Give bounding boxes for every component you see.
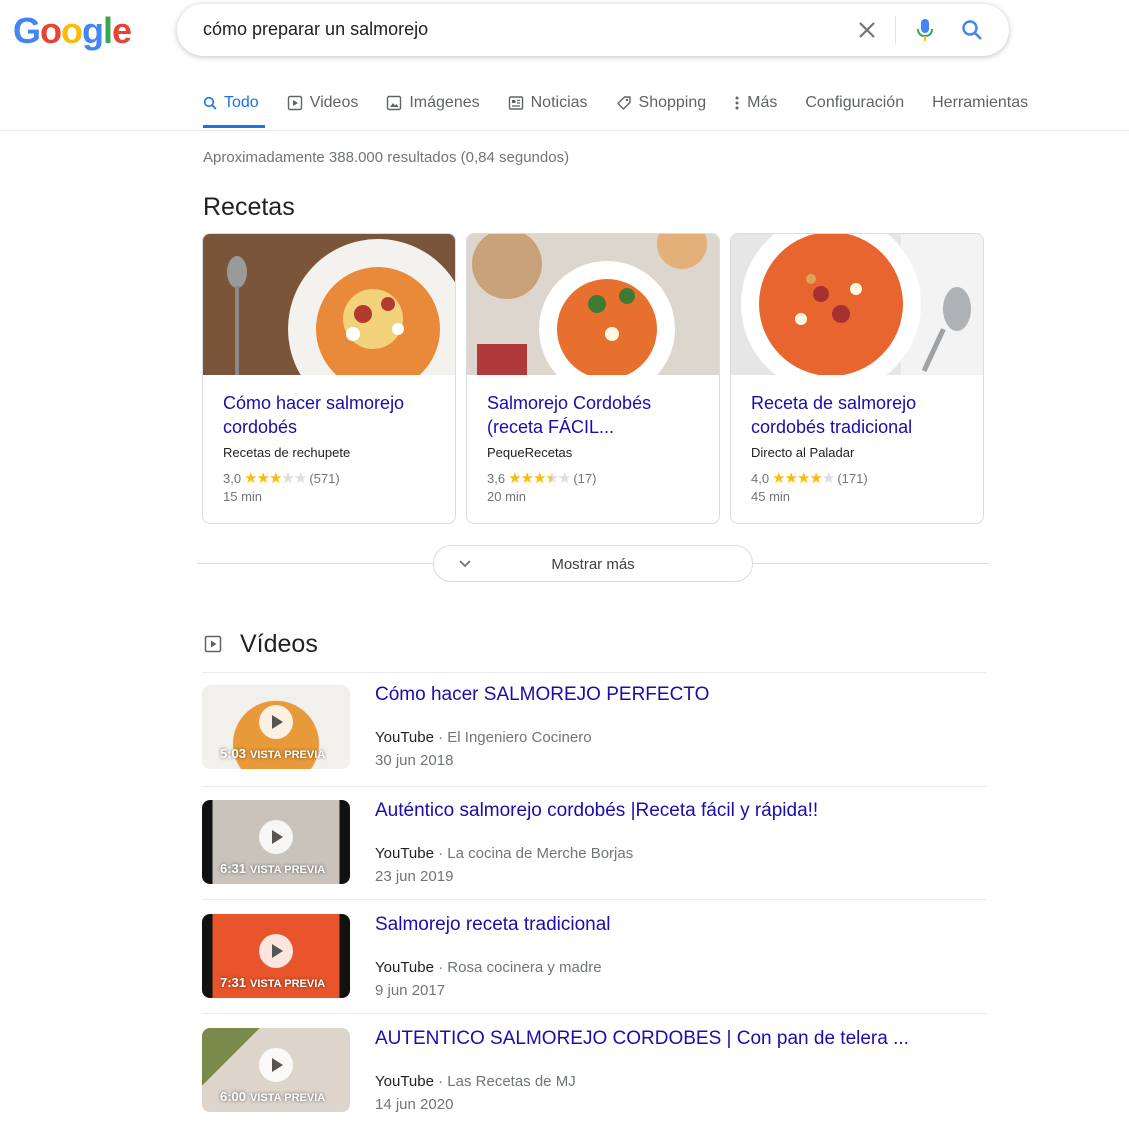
video-date: 14 jun 2020 — [375, 1096, 454, 1113]
recipe-source: PequeRecetas — [487, 445, 573, 460]
logo-letter: o — [40, 10, 62, 51]
video-duration: 5:03 VISTA PREVIA — [220, 746, 326, 761]
recipe-card[interactable]: Cómo hacer salmorejo cordobés Recetas de… — [202, 233, 456, 524]
video-thumbnail[interactable]: 7:31 VISTA PREVIA — [202, 914, 350, 998]
video-thumbnail[interactable]: 6:00 VISTA PREVIA — [202, 1028, 350, 1112]
rating-value: 3,6 — [487, 470, 506, 486]
microphone-icon[interactable] — [913, 17, 937, 43]
recipes-heading: Recetas — [203, 193, 295, 221]
logo-letter: o — [61, 10, 83, 51]
image-icon — [386, 95, 402, 111]
show-more-label: Mostrar más — [551, 556, 635, 573]
more-vert-icon — [734, 95, 740, 111]
tab-mas[interactable]: Más — [734, 92, 777, 114]
search-icon — [203, 96, 217, 110]
recipe-title[interactable]: Receta de salmorejo cordobés tradicional — [751, 391, 963, 439]
recipe-image — [467, 234, 719, 375]
recipe-title[interactable]: Salmorejo Cordobés (receta FÁCIL... — [487, 391, 699, 439]
video-title[interactable]: AUTENTICO SALMOREJO CORDOBES | Con pan d… — [375, 1028, 909, 1050]
recipe-rating: 3,6 ★★★★★ (17) — [487, 469, 699, 487]
divider — [895, 16, 896, 44]
recipe-card[interactable]: Receta de salmorejo cordobés tradicional… — [730, 233, 984, 524]
recipe-title[interactable]: Cómo hacer salmorejo cordobés — [223, 391, 435, 439]
video-icon — [287, 95, 303, 111]
tag-icon — [616, 95, 632, 111]
divider — [202, 672, 986, 673]
video-title[interactable]: Auténtico salmorejo cordobés |Receta fác… — [375, 800, 818, 822]
video-icon — [204, 635, 222, 653]
tab-label: Shopping — [638, 94, 707, 111]
recipe-card[interactable]: Salmorejo Cordobés (receta FÁCIL... Pequ… — [466, 233, 720, 524]
tab-label: Más — [747, 94, 778, 111]
review-count: (171) — [837, 470, 868, 486]
tab-imagenes[interactable]: Imágenes — [386, 92, 480, 114]
divider — [202, 1013, 986, 1014]
recipe-time: 45 min — [751, 489, 791, 504]
recipe-image — [731, 234, 983, 375]
tab-label: Configuración — [805, 94, 905, 111]
rating-value: 4,0 — [751, 470, 770, 486]
logo-letter: g — [82, 10, 104, 51]
tab-label: Todo — [224, 94, 259, 111]
recipe-image — [203, 234, 455, 375]
search-box[interactable]: cómo preparar un salmorejo — [177, 4, 1009, 56]
logo-letter: e — [112, 10, 132, 51]
show-more-button[interactable]: Mostrar más — [433, 545, 753, 582]
result-stats: Aproximadamente 388.000 resultados (0,84… — [203, 149, 570, 166]
logo-letter: l — [103, 10, 113, 51]
video-thumbnail[interactable]: 6:31 VISTA PREVIA — [202, 800, 350, 884]
tab-label: Herramientas — [932, 94, 1029, 111]
news-icon — [508, 95, 524, 111]
video-date: 23 jun 2019 — [375, 868, 454, 885]
video-title[interactable]: Cómo hacer SALMOREJO PERFECTO — [375, 684, 709, 706]
tab-label: Noticias — [530, 94, 588, 111]
star-rating-icon: ★★★★★ — [244, 470, 307, 487]
video-date: 9 jun 2017 — [375, 982, 446, 999]
tab-herramientas[interactable]: Herramientas — [932, 92, 1028, 114]
tab-shopping[interactable]: Shopping — [616, 92, 707, 114]
videos-heading: Vídeos — [240, 630, 318, 658]
review-count: (571) — [309, 470, 340, 486]
google-logo[interactable]: Google — [13, 10, 132, 52]
star-rating-icon: ★★★★★ — [772, 470, 835, 487]
rating-value: 3,0 — [223, 470, 242, 486]
star-rating-icon: ★★★★★ — [508, 470, 571, 487]
video-title[interactable]: Salmorejo receta tradicional — [375, 914, 611, 936]
video-duration: 6:31 VISTA PREVIA — [220, 861, 326, 876]
header-divider — [0, 130, 1129, 131]
video-duration: 6:00 VISTA PREVIA — [220, 1089, 326, 1104]
tab-label: Imágenes — [409, 94, 480, 111]
search-tabs: Todo Videos Imágenes Noticias Shopping M… — [203, 92, 1056, 114]
video-meta: YouTube · El Ingeniero Cocinero — [375, 729, 592, 746]
tab-configuracion[interactable]: Configuración — [805, 92, 904, 114]
recipe-source: Recetas de rechupete — [223, 445, 351, 460]
recipe-time: 15 min — [223, 489, 263, 504]
recipe-time: 20 min — [487, 489, 527, 504]
video-meta: YouTube · Las Recetas de MJ — [375, 1073, 576, 1090]
recipe-rating: 4,0 ★★★★★ (171) — [751, 469, 963, 487]
video-thumbnail[interactable]: 5:03 VISTA PREVIA — [202, 685, 350, 769]
divider — [202, 786, 986, 787]
review-count: (17) — [573, 470, 597, 486]
search-input[interactable]: cómo preparar un salmorejo — [203, 19, 428, 40]
play-icon — [259, 934, 293, 968]
tab-label: Videos — [309, 94, 359, 111]
search-icon[interactable] — [960, 18, 984, 42]
play-icon — [259, 820, 293, 854]
close-icon[interactable] — [855, 18, 879, 42]
play-icon — [259, 705, 293, 739]
tab-videos[interactable]: Videos — [287, 92, 359, 114]
active-tab-indicator — [203, 125, 265, 128]
video-duration: 7:31 VISTA PREVIA — [220, 975, 326, 990]
video-meta: YouTube · La cocina de Merche Borjas — [375, 845, 634, 862]
tab-todo[interactable]: Todo — [203, 92, 259, 114]
video-meta: YouTube · Rosa cocinera y madre — [375, 959, 602, 976]
logo-letter: G — [13, 10, 41, 51]
divider — [202, 899, 986, 900]
tab-noticias[interactable]: Noticias — [508, 92, 588, 114]
recipe-source: Directo al Paladar — [751, 445, 855, 460]
recipe-rating: 3,0 ★★★★★ (571) — [223, 469, 435, 487]
play-icon — [259, 1048, 293, 1082]
video-date: 30 jun 2018 — [375, 752, 454, 769]
